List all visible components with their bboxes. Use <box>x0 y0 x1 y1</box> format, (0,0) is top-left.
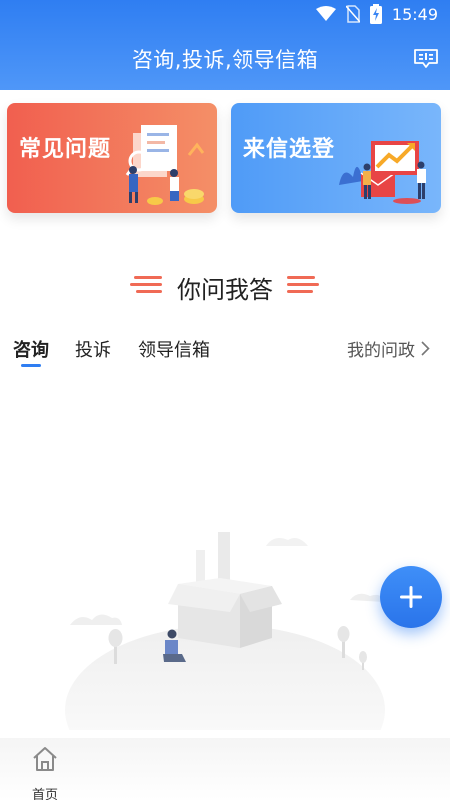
nav-home-label: 首页 <box>31 788 58 800</box>
faq-illustration <box>125 125 205 205</box>
battery-charging-icon <box>369 4 382 24</box>
my-inquiries-label: 我的问政 <box>347 341 415 361</box>
letters-card[interactable]: 来信选登 <box>231 103 441 213</box>
tab-consult[interactable]: 咨询 <box>13 336 49 362</box>
message-icon <box>412 48 440 70</box>
letters-illustration <box>339 141 426 204</box>
section-heading: 你问我答 <box>0 270 450 304</box>
wifi-icon <box>315 6 336 22</box>
bottom-nav: 首页 <box>0 738 450 800</box>
plus-icon <box>399 585 423 609</box>
status-time: 15:49 <box>391 4 438 24</box>
message-button[interactable] <box>412 48 440 70</box>
tab-complaint[interactable]: 投诉 <box>75 336 111 362</box>
active-tab-indicator <box>21 364 41 367</box>
faq-card-title: 常见问题 <box>19 137 112 162</box>
heading-decor-right <box>287 276 319 293</box>
home-icon <box>31 746 59 772</box>
status-bar: 15:49 <box>0 0 450 32</box>
no-sim-icon <box>345 5 360 23</box>
letters-card-title: 来信选登 <box>243 137 336 162</box>
empty-state-illustration <box>65 532 385 730</box>
my-inquiries-link[interactable]: 我的问政 <box>347 336 430 361</box>
nav-home[interactable]: 首页 <box>22 744 68 800</box>
faq-card[interactable]: 常见问题 <box>7 103 217 213</box>
top-bar: 15:49 咨询,投诉,领导信箱 <box>0 0 450 90</box>
tab-bar: 咨询 投诉 领导信箱 我的问政 <box>0 336 450 372</box>
add-inquiry-button[interactable] <box>380 566 442 628</box>
section-title: 你问我答 <box>177 276 273 304</box>
tab-leader-mailbox[interactable]: 领导信箱 <box>138 336 210 362</box>
chevron-right-icon <box>421 341 430 356</box>
page-title: 咨询,投诉,领导信箱 <box>131 48 319 72</box>
